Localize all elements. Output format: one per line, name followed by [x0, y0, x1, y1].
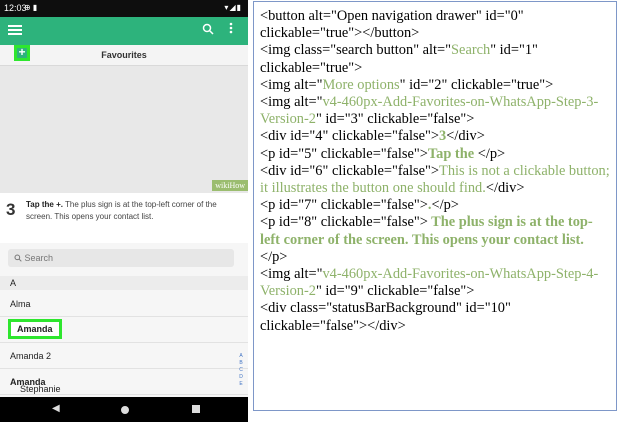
tree-node-2: <img alt="More options" id="2" clickable…: [260, 76, 554, 93]
contact-name: Stephanie Amanda: [10, 377, 61, 394]
tree-node-0: <button alt="Open navigation drawer" id=…: [260, 8, 524, 42]
tree-node-10: <div class="statusBarBackground" id="10"…: [260, 300, 511, 334]
contact-first-name: Stephanie: [20, 384, 61, 394]
android-nav-bar: ◀: [0, 397, 248, 422]
contact-name-highlighted: Amanda: [8, 319, 62, 339]
app-bar: [0, 17, 248, 45]
step-text-bold: Tap the +.: [26, 200, 63, 209]
tree-node-9: <img alt="v4-460px-Add-Favorites-on-What…: [260, 266, 599, 300]
tree-node-5: <p id="5" clickable="false">Tap the </p>: [260, 145, 506, 162]
step-instruction: 3 Tap the +. The plus sign is at the top…: [0, 193, 248, 243]
tree-node-6: <div id="6" clickable="false">This is no…: [260, 162, 610, 197]
index-letter: E: [239, 381, 243, 387]
contact-row-amanda-2: Amanda 2: [0, 344, 248, 369]
tree-node-8: <p id="8" clickable="false"> The plus si…: [260, 214, 593, 265]
search-icon[interactable]: [202, 23, 214, 38]
step-number: 3: [6, 200, 16, 219]
status-signal-battery-icons: ▾◢▮: [224, 3, 242, 12]
index-letter: B: [239, 360, 243, 366]
plus-icon: +: [18, 45, 26, 59]
search-placeholder: Search: [14, 253, 53, 263]
contact-row-alma: Alma: [0, 292, 248, 317]
contact-name: Alma: [10, 299, 31, 309]
recents-icon[interactable]: [192, 405, 200, 413]
step-3-image: Favourites + wikiHow: [0, 45, 248, 193]
contact-row-amanda: Amanda: [0, 318, 248, 343]
search-icon: [14, 254, 22, 262]
wikihow-logo: wikiHow: [212, 180, 248, 191]
step-4-image: Search A Alma Amanda Amanda 2 Stephanie …: [0, 243, 248, 397]
tree-node-1: <img class="search button" alt="Search" …: [260, 42, 538, 76]
index-letter: C: [239, 367, 243, 373]
home-icon[interactable]: [121, 406, 129, 414]
status-bar: 12:03 ⊕ ▮ ▾◢▮: [0, 0, 248, 17]
more-vert-icon[interactable]: [229, 22, 233, 37]
back-icon[interactable]: ◀: [52, 403, 60, 414]
section-letter: A: [10, 278, 17, 288]
favourites-header: Favourites: [0, 45, 248, 66]
plus-icon-highlight: +: [14, 45, 30, 61]
accessibility-tree-panel: <button alt="Open navigation drawer" id=…: [253, 1, 617, 411]
step-text: Tap the +. The plus sign is at the top-l…: [26, 199, 240, 223]
tree-node-4: <div id="4" clickable="false">3</div>: [260, 128, 485, 145]
phone-screenshot: 12:03 ⊕ ▮ ▾◢▮ Favourites + wikiHow 3 Tap…: [0, 0, 248, 422]
tree-node-7: <p id="7" clickable="false">.</p>: [260, 197, 459, 214]
index-letter: A: [239, 353, 243, 359]
alphabet-index: A B C D E: [238, 353, 244, 388]
contact-name: Amanda 2: [10, 351, 52, 361]
index-letter: D: [239, 374, 243, 380]
section-header-a: A: [0, 276, 248, 290]
search-placeholder-text: Search: [24, 253, 54, 263]
status-notification-icons: ⊕ ▮: [24, 3, 38, 12]
menu-icon[interactable]: [8, 23, 22, 37]
favourites-title: Favourites: [101, 50, 147, 60]
tree-node-3: <img alt="v4-460px-Add-Favorites-on-What…: [260, 94, 599, 128]
search-input: Search: [8, 249, 234, 267]
contact-row-stephanie-amanda: Stephanie Amanda: [0, 370, 248, 395]
